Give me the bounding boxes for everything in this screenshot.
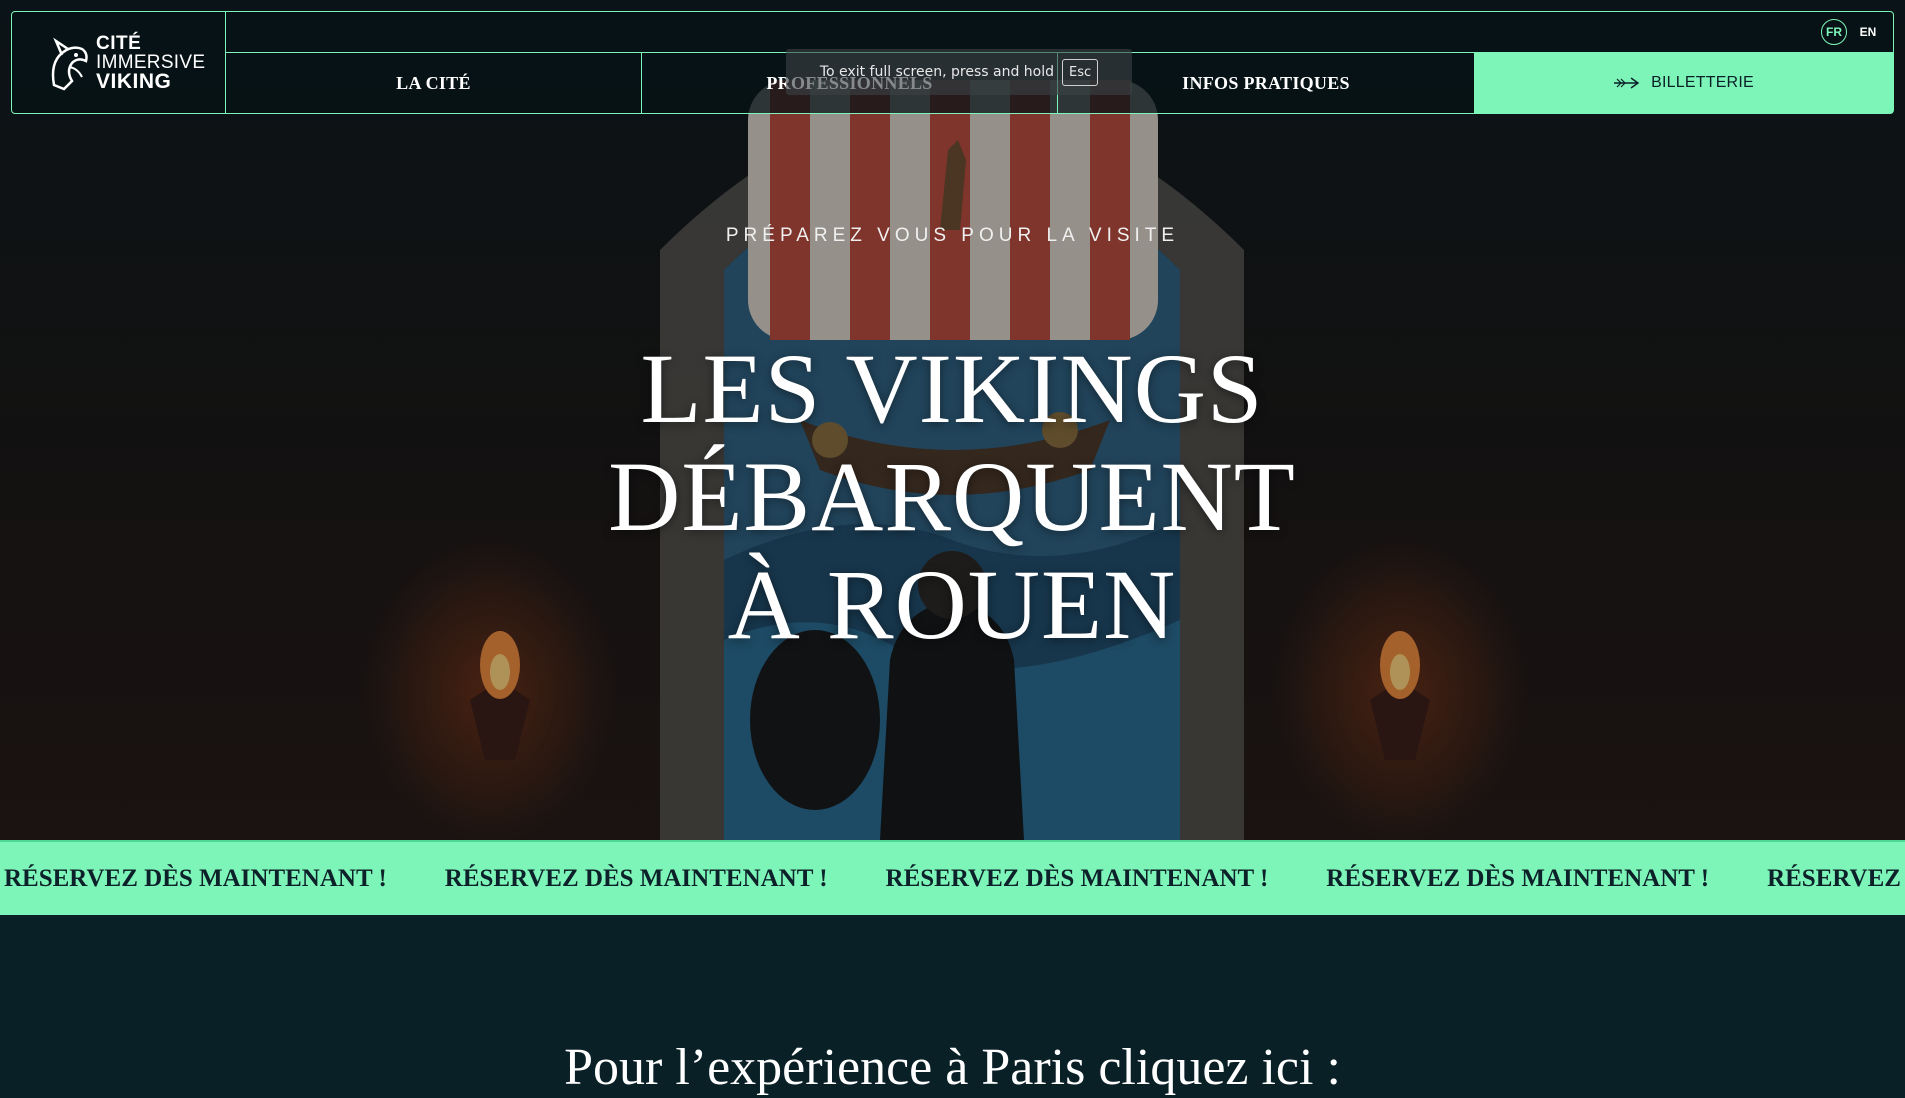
fullscreen-exit-notice: To exit full screen, press and hold Esc: [786, 49, 1132, 95]
lang-en-link[interactable]: EN: [1855, 19, 1881, 45]
esc-key-badge: Esc: [1062, 58, 1099, 86]
marquee-item: RÉSERVEZ DÈS MAINTENANT !: [4, 864, 387, 892]
ticket-button[interactable]: BILLETTERIE: [1474, 53, 1893, 113]
lang-fr-link[interactable]: FR: [1821, 19, 1847, 45]
logo-line-3: VIKING: [96, 70, 172, 93]
marquee-item: RÉSERVEZ DÈS MAINTENANT !: [1326, 864, 1710, 892]
language-switcher: FR EN: [226, 12, 1893, 53]
hero-title-line: À ROUEN: [727, 549, 1177, 660]
logo-line-1: CITÉ: [96, 33, 142, 54]
hero-kicker: PRÉPAREZ VOUS POUR LA VISITE: [725, 225, 1180, 246]
paris-experience-heading: Pour l’expérience à Paris cliquez ici :: [564, 1039, 1341, 1096]
hero-title-line: DÉBARQUENT: [608, 441, 1296, 552]
hero-title: LES VIKINGS DÉBARQUENT À ROUEN: [452, 335, 1452, 659]
marquee-item: RÉSERVEZ DÈS MAINTENANT !: [885, 864, 1269, 892]
viking-logo-icon: [51, 37, 88, 90]
marquee-item: RÉSERVEZ DÈS MAINTENANT !: [1767, 864, 1905, 892]
marquee-item: RÉSERVEZ DÈS MAINTENANT !: [444, 864, 828, 892]
logo-text: CITÉ IMMERSIVE VIKING: [96, 33, 205, 93]
home-logo-link[interactable]: CITÉ IMMERSIVE VIKING: [12, 12, 226, 113]
arrow-right-icon: [1614, 77, 1640, 89]
hero-section: PRÉPAREZ VOUS POUR LA VISITE LES VIKINGS…: [0, 0, 1905, 840]
booking-marquee[interactable]: RÉSERVEZ DÈS MAINTENANT ! RÉSERVEZ DÈS M…: [0, 840, 1905, 915]
hero-title-line: LES VIKINGS: [640, 333, 1264, 444]
nav-item-la-cite[interactable]: LA CITÉ: [226, 53, 642, 113]
ticket-button-label: BILLETTERIE: [1651, 74, 1754, 91]
fullscreen-notice-text: To exit full screen, press and hold: [819, 64, 1054, 80]
